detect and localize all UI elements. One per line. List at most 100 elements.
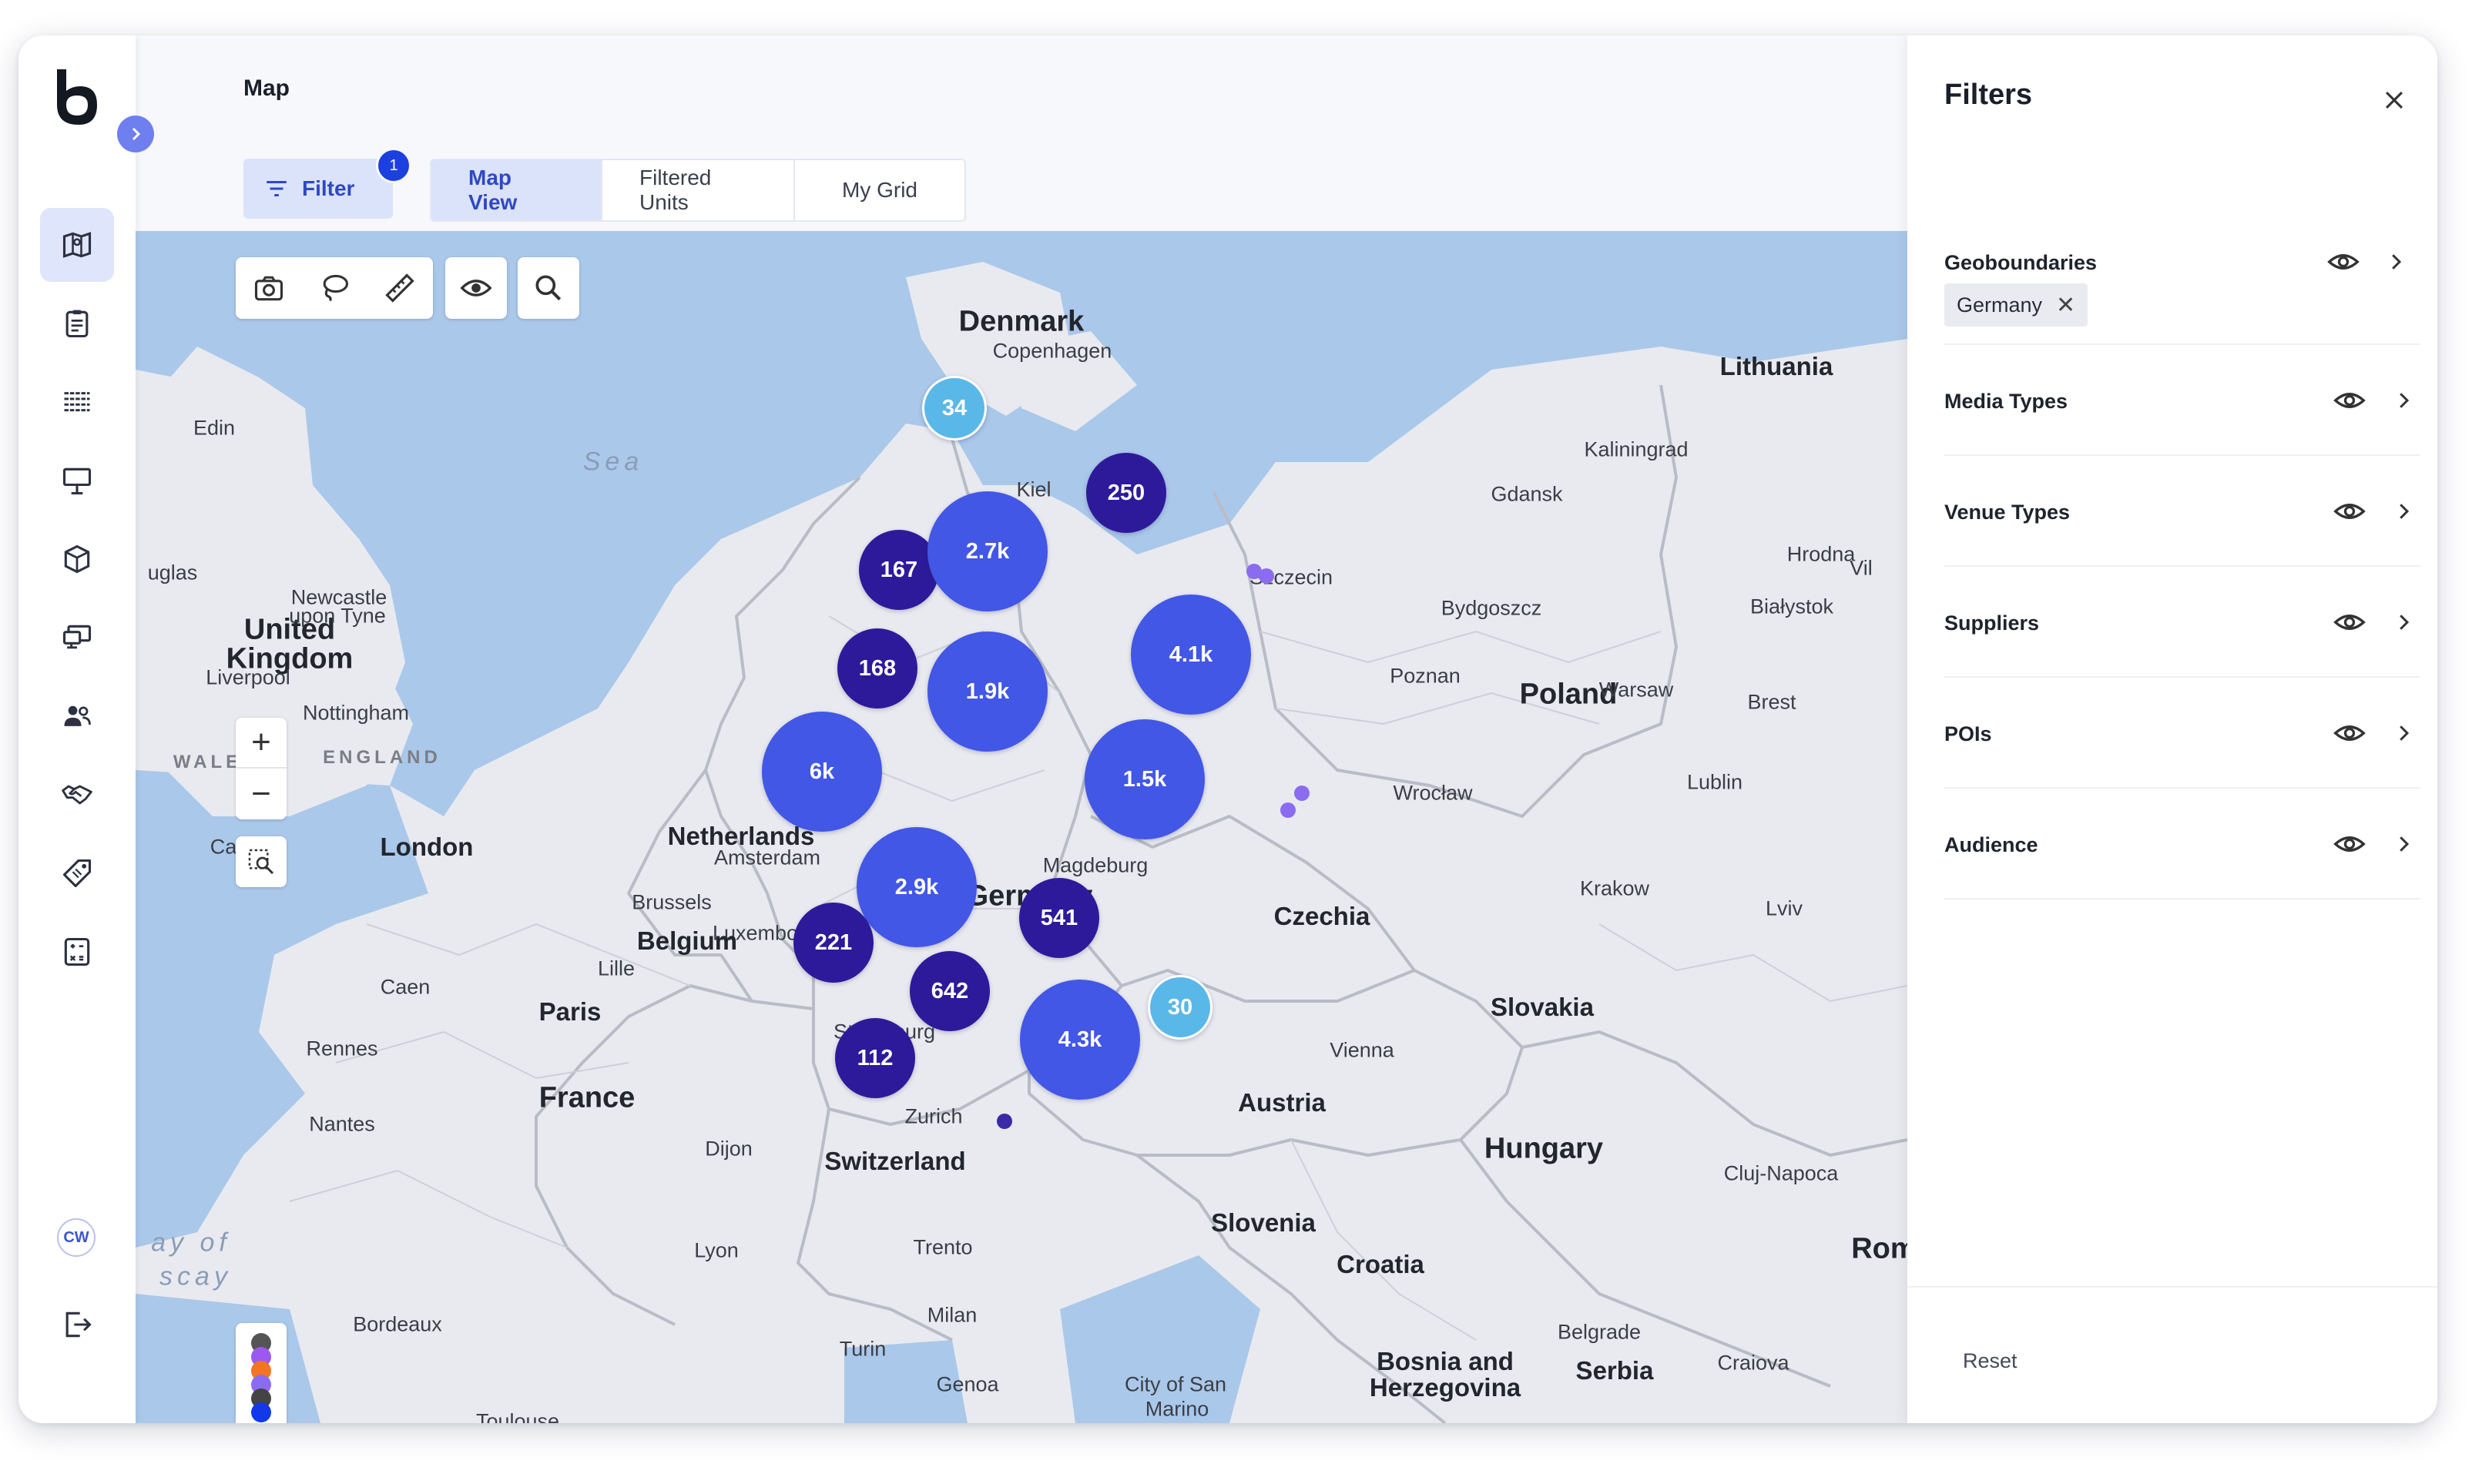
filter-section-media-types[interactable]: Media Types <box>1944 345 2420 456</box>
filter-section-audience[interactable]: Audience <box>1944 789 2420 899</box>
ruler-icon <box>385 273 415 303</box>
filter-section-venue-types[interactable]: Venue Types <box>1944 456 2420 567</box>
zoom-in-button[interactable]: + <box>236 718 287 769</box>
cluster-marker[interactable]: 6k <box>762 712 882 832</box>
map-canvas[interactable]: Denmark Copenhagen Lithuania Kaliningrad Gda… <box>136 231 1907 1423</box>
expand-section-button[interactable] <box>2383 713 2423 753</box>
box-zoom-button[interactable] <box>236 836 287 887</box>
map-label: Paris <box>538 997 602 1026</box>
map-label: Warsaw <box>1598 678 1674 702</box>
sidebar-expand-button[interactable] <box>117 116 154 152</box>
map-label: Zurich <box>904 1104 963 1128</box>
tab-filtered-units[interactable]: Filtered Units <box>602 160 795 220</box>
map-label: Bosnia and <box>1377 1347 1514 1375</box>
toggle-visibility-button[interactable] <box>2329 824 2370 864</box>
toggle-visibility-button[interactable] <box>2329 713 2370 753</box>
app-window: CW Map Filter 1 Map View Filtered Units … <box>18 35 2437 1423</box>
sidebar-item-inventory[interactable] <box>40 444 114 518</box>
section-label: POIs <box>1944 722 1992 745</box>
sidebar-item-map[interactable] <box>40 208 114 282</box>
toggle-visibility-button[interactable] <box>2323 242 2363 282</box>
map-label: Trento <box>913 1235 973 1259</box>
sidebar-item-screens[interactable] <box>40 601 114 675</box>
toggle-visibility-button[interactable] <box>2329 491 2370 531</box>
expand-section-button[interactable] <box>2383 602 2423 642</box>
map-legend[interactable] <box>236 1323 287 1423</box>
lasso-tool[interactable] <box>307 261 361 315</box>
filter-count-badge: 1 <box>376 148 411 183</box>
cluster-marker[interactable]: 167 <box>859 530 939 610</box>
sidebar-item-calculator[interactable] <box>40 915 114 989</box>
cluster-marker[interactable]: 112 <box>835 1018 915 1098</box>
map-label: Lublin <box>1686 770 1743 794</box>
eye-icon <box>2333 615 2366 630</box>
cluster-marker[interactable]: 30 <box>1148 975 1213 1040</box>
user-avatar[interactable]: CW <box>57 1218 96 1257</box>
cluster-marker[interactable]: 1.9k <box>927 631 1048 752</box>
sidebar-item-campaigns[interactable] <box>40 286 114 360</box>
expand-section-button[interactable] <box>2383 491 2423 531</box>
cluster-marker[interactable]: 4.1k <box>1131 595 1251 715</box>
tab-map-view[interactable]: Map View <box>431 160 602 220</box>
expand-section-button[interactable] <box>2383 824 2423 864</box>
tab-my-grid[interactable]: My Grid <box>795 160 964 220</box>
handshake-icon <box>62 785 92 805</box>
map-label: Dijon <box>705 1137 753 1161</box>
map-label: Edin <box>193 416 236 440</box>
map-label: London <box>380 832 474 861</box>
remove-chip-icon[interactable]: ✕ <box>2056 292 2075 319</box>
chip-label: Germany <box>1957 293 2043 317</box>
section-label: Audience <box>1944 833 2038 856</box>
screenshot-tool[interactable] <box>242 261 296 315</box>
filter-section-suppliers[interactable]: Suppliers <box>1944 567 2420 678</box>
cluster-marker[interactable]: 2.9k <box>857 827 977 947</box>
map-label: Ca <box>210 835 237 859</box>
eye-icon <box>2333 725 2366 741</box>
cluster-marker[interactable]: 34 <box>922 376 987 441</box>
toggle-visibility-button[interactable] <box>2329 602 2370 642</box>
sidebar-item-users[interactable] <box>40 679 114 753</box>
cluster-marker[interactable]: 168 <box>837 628 917 709</box>
expand-section-button[interactable] <box>2383 380 2423 420</box>
cluster-marker[interactable]: 642 <box>910 951 990 1031</box>
toggle-visibility-button[interactable] <box>2329 380 2370 420</box>
legend-swatch <box>251 1402 271 1422</box>
measure-tool[interactable] <box>373 261 427 315</box>
cluster-marker[interactable]: 541 <box>1019 878 1099 958</box>
filter-button[interactable]: Filter <box>243 159 393 219</box>
sidebar-item-grid[interactable] <box>40 365 114 439</box>
expand-section-button[interactable] <box>2376 242 2416 282</box>
map-label: Sea <box>582 447 644 477</box>
filter-button-label: Filter <box>302 176 355 200</box>
cluster-marker[interactable]: 221 <box>793 903 874 983</box>
map-label: Nottingham <box>302 701 410 725</box>
reset-button[interactable]: Reset <box>1963 1349 2018 1373</box>
map-label: Roma <box>1851 1232 1907 1265</box>
map-point[interactable] <box>1294 786 1310 801</box>
sidebar-item-partners[interactable] <box>40 758 114 832</box>
sidebar-item-deals[interactable] <box>40 836 114 910</box>
map-label: ENGLAND <box>323 747 441 768</box>
cluster-marker[interactable]: 250 <box>1086 453 1166 533</box>
visibility-tool[interactable] <box>445 257 507 319</box>
map-point[interactable] <box>997 1114 1012 1129</box>
map-label: upon Tyne <box>289 604 386 628</box>
cluster-marker[interactable]: 4.3k <box>1020 980 1140 1100</box>
eye-icon <box>460 280 492 296</box>
cluster-marker[interactable]: 2.7k <box>927 491 1048 611</box>
map-search-tool[interactable] <box>518 257 579 319</box>
map-label: Hungary <box>1484 1132 1604 1165</box>
map-label: Lviv <box>1765 896 1803 920</box>
map-point[interactable] <box>1280 802 1296 818</box>
zoom-out-button[interactable]: − <box>236 769 287 819</box>
brand-logo[interactable] <box>49 66 105 128</box>
cluster-marker[interactable]: 1.5k <box>1085 719 1205 839</box>
grid-dots-icon <box>64 390 90 414</box>
logout-button[interactable] <box>40 1288 114 1362</box>
map-point[interactable] <box>1259 568 1274 584</box>
map-label: Vil <box>1850 556 1873 580</box>
filter-section-pois[interactable]: POIs <box>1944 678 2420 789</box>
map-label: Caen <box>380 975 431 999</box>
sidebar-item-packages[interactable] <box>40 522 114 596</box>
close-filters-button[interactable] <box>2374 80 2414 120</box>
